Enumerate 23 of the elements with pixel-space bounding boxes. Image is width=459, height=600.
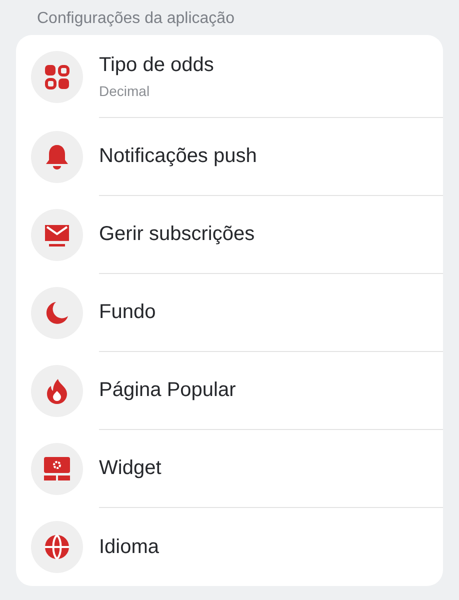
item-label: Tipo de odds — [99, 54, 215, 77]
settings-item[interactable]: Fundo — [16, 274, 443, 352]
mail-icon — [44, 222, 70, 248]
item-value: Decimal — [99, 83, 151, 99]
item-label: Widget — [99, 457, 162, 480]
globe-icon — [44, 534, 70, 560]
moon-icon — [45, 301, 69, 325]
item-label: Página Popular — [99, 379, 237, 402]
item-label: Notificações push — [99, 145, 258, 168]
monitor-icon — [43, 456, 71, 482]
item-label: Fundo — [99, 301, 157, 324]
flame-icon — [46, 378, 68, 404]
settings-item[interactable]: Idioma — [16, 508, 443, 586]
bell-icon — [45, 144, 69, 170]
settings-item[interactable]: Tipo de odds Decimal — [16, 36, 443, 118]
settings-item[interactable]: Página Popular — [16, 352, 443, 430]
grid-icon — [44, 64, 70, 90]
item-label: Idioma — [99, 536, 160, 558]
settings-item[interactable]: Gerir subscrições — [16, 196, 443, 274]
settings-item[interactable]: Widget — [16, 430, 443, 508]
item-label: Gerir subscrições — [99, 223, 256, 246]
section-title: Configurações da aplicação — [37, 9, 236, 29]
settings-item[interactable]: Notificações push — [16, 118, 443, 196]
